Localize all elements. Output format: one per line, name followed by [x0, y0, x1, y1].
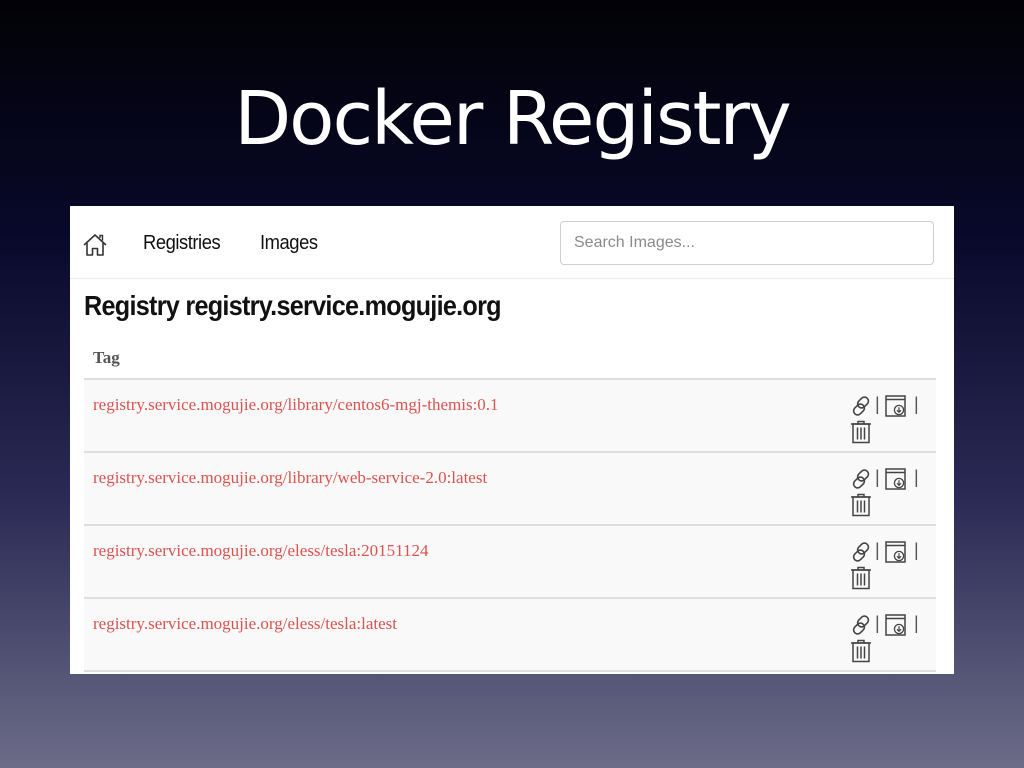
action-separator: |	[914, 394, 919, 414]
home-icon[interactable]	[82, 233, 108, 257]
table-row: registry.service.mogujie.org/eless/tesla…	[84, 526, 936, 599]
pull-icon[interactable]	[884, 394, 908, 418]
row-actions: | |	[846, 539, 926, 591]
trash-icon[interactable]	[850, 493, 872, 517]
link-icon[interactable]	[850, 468, 872, 490]
link-icon[interactable]	[850, 395, 872, 417]
pull-icon[interactable]	[884, 540, 908, 564]
search-images-input[interactable]	[560, 221, 934, 265]
action-separator: |	[875, 613, 880, 633]
page-heading: Registry registry.service.mogujie.org	[84, 290, 502, 321]
pull-icon[interactable]	[884, 613, 908, 637]
nav-link-images[interactable]: Images	[260, 232, 318, 255]
table-row: registry.service.mogujie.org/library/cen…	[84, 380, 936, 453]
action-separator: |	[914, 467, 919, 487]
pull-icon[interactable]	[884, 467, 908, 491]
tag-link[interactable]: registry.service.mogujie.org/eless/tesla…	[93, 614, 397, 634]
link-icon[interactable]	[850, 614, 872, 636]
tag-link[interactable]: registry.service.mogujie.org/library/web…	[93, 468, 487, 488]
action-separator: |	[914, 613, 919, 633]
tag-link[interactable]: registry.service.mogujie.org/eless/tesla…	[93, 541, 429, 561]
action-separator: |	[914, 540, 919, 560]
row-actions: | |	[846, 466, 926, 518]
nav-link-registries[interactable]: Registries	[143, 232, 221, 255]
row-actions: | |	[846, 612, 926, 664]
trash-icon[interactable]	[850, 566, 872, 590]
navbar: Registries Images	[70, 206, 954, 279]
tag-link[interactable]: registry.service.mogujie.org/library/cen…	[93, 395, 499, 415]
row-actions: | |	[846, 393, 926, 445]
trash-icon[interactable]	[850, 639, 872, 663]
table-row: registry.service.mogujie.org/library/web…	[84, 453, 936, 526]
trash-icon[interactable]	[850, 420, 872, 444]
tag-table: Tag registry.service.mogujie.org/library…	[84, 344, 936, 672]
registry-ui-screenshot: Registries Images Registry registry.serv…	[70, 206, 954, 674]
action-separator: |	[875, 540, 880, 560]
link-icon[interactable]	[850, 541, 872, 563]
slide-title: Docker Registry	[234, 76, 792, 162]
tag-column-header: Tag	[84, 344, 936, 380]
action-separator: |	[875, 467, 880, 487]
table-row: registry.service.mogujie.org/eless/tesla…	[84, 599, 936, 672]
action-separator: |	[875, 394, 880, 414]
